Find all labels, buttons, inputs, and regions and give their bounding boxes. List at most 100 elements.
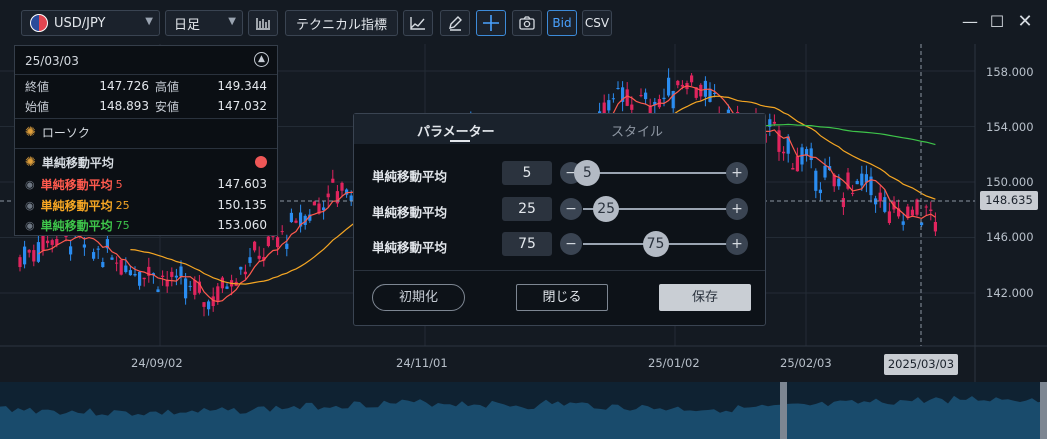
- range-navigator[interactable]: [0, 382, 1047, 439]
- sma5-period: 5: [115, 177, 123, 191]
- sma-legend-row[interactable]: ◉ 単純移動平均 25 150.135: [25, 196, 267, 214]
- timeframe-select[interactable]: 日足 ▼: [165, 10, 243, 36]
- bid-toggle[interactable]: Bid: [547, 10, 577, 36]
- increment-button[interactable]: +: [726, 233, 748, 255]
- candle-label: ローソク: [41, 125, 90, 140]
- candle-body: [708, 88, 712, 102]
- candle-body: [680, 84, 684, 87]
- candle-body: [124, 265, 128, 273]
- period-slider-thumb[interactable]: 25: [593, 196, 620, 222]
- candle-body: [96, 248, 100, 250]
- period-slider-thumb[interactable]: 75: [642, 231, 669, 257]
- current-price-tag: 148.635: [980, 191, 1038, 210]
- dialog-tabbar: パラメーター スタイル: [354, 114, 765, 144]
- candle-body: [69, 246, 73, 255]
- period-slider-track[interactable]: [583, 172, 728, 174]
- candle-body: [207, 301, 211, 310]
- candle-body: [239, 266, 243, 270]
- candle-body: [276, 237, 280, 248]
- candle-body: [625, 89, 629, 106]
- candle-body: [929, 209, 933, 211]
- draw-tool-button[interactable]: [440, 10, 470, 36]
- candle-body: [188, 285, 192, 287]
- symbol-select[interactable]: USD/JPY ▼: [21, 10, 160, 36]
- legend-candle-row[interactable]: ✺ ローソク: [25, 123, 267, 141]
- minimize-icon[interactable]: —: [960, 12, 980, 32]
- candle-body: [23, 246, 27, 265]
- legend-date-row: 25/03/03: [25, 52, 267, 70]
- candle-body: [860, 173, 864, 186]
- param-label: 単純移動平均: [372, 169, 448, 184]
- eye-icon[interactable]: ◉: [25, 219, 35, 232]
- candle-body: [814, 170, 818, 191]
- candle-body: [174, 275, 178, 278]
- candle-body: [161, 275, 165, 278]
- cursor-date-tag: 2025/03/03: [884, 354, 958, 375]
- technical-indicator-button[interactable]: テクニカル指標: [285, 10, 398, 36]
- candle-body: [920, 222, 924, 226]
- param-label: 単純移動平均: [372, 240, 448, 255]
- candle-body: [933, 221, 937, 232]
- period-input[interactable]: 25: [502, 197, 552, 221]
- eye-icon[interactable]: ◉: [25, 178, 35, 191]
- candle-body: [46, 240, 50, 244]
- increment-button[interactable]: +: [726, 162, 748, 184]
- legend-sma-header[interactable]: ✺ 単純移動平均: [25, 153, 267, 171]
- sma-legend-row[interactable]: ◉ 単純移動平均 5 147.603: [25, 175, 267, 193]
- candle-body: [243, 271, 247, 275]
- candle-body: [312, 201, 316, 206]
- candle-body: [855, 180, 859, 185]
- candle-body: [910, 209, 914, 216]
- sma25-value: 150.135: [217, 198, 267, 212]
- candle-body: [818, 189, 822, 194]
- period-input[interactable]: 75: [502, 232, 552, 256]
- candle-body: [170, 271, 174, 277]
- y-tick-label: 150.000: [986, 175, 1034, 189]
- candle-body: [823, 165, 827, 178]
- close-icon[interactable]: ✕: [1015, 12, 1035, 32]
- remove-indicator-icon[interactable]: [255, 156, 267, 168]
- low-label: 安値: [155, 99, 180, 114]
- tab-parameters[interactable]: パラメーター: [417, 121, 495, 140]
- candle-body: [667, 77, 671, 96]
- settings-gear-icon[interactable]: ✺: [25, 155, 36, 170]
- collapse-legend-icon[interactable]: ▲: [254, 52, 269, 67]
- candle-body: [266, 236, 270, 247]
- candle-body: [791, 167, 795, 170]
- candle-body: [27, 249, 31, 253]
- candle-body: [138, 271, 142, 286]
- y-tick-label: 146.000: [986, 230, 1034, 244]
- candle-body: [340, 182, 344, 191]
- chart-type-button[interactable]: [248, 10, 278, 36]
- candle-body: [915, 199, 919, 215]
- sma-legend-row[interactable]: ◉ 単純移動平均 75 153.060: [25, 216, 267, 234]
- trend-tool-button[interactable]: [403, 10, 433, 36]
- period-input[interactable]: 5: [502, 161, 552, 185]
- candle-body: [289, 212, 293, 223]
- camera-icon: [519, 16, 535, 30]
- decrement-button[interactable]: −: [560, 198, 582, 220]
- save-button[interactable]: 保存: [659, 284, 751, 311]
- period-slider-thumb[interactable]: 5: [574, 160, 601, 186]
- sma25-period: 25: [115, 198, 130, 212]
- screenshot-button[interactable]: [512, 10, 542, 36]
- reset-button[interactable]: 初期化: [372, 284, 465, 311]
- sma75-value: 153.060: [217, 218, 267, 232]
- close-button[interactable]: 閉じる: [516, 284, 608, 311]
- low-value: 147.032: [217, 99, 267, 113]
- candle-body: [179, 266, 183, 277]
- sma-group-label: 単純移動平均: [41, 155, 114, 170]
- eye-icon[interactable]: ◉: [25, 199, 35, 212]
- settings-gear-icon[interactable]: ✺: [25, 125, 36, 140]
- candle-body: [782, 151, 786, 154]
- maximize-icon[interactable]: ☐: [987, 12, 1007, 32]
- tab-style[interactable]: スタイル: [611, 121, 663, 140]
- sma5-label: 単純移動平均: [40, 177, 113, 192]
- x-tick-label: 25/02/03: [780, 356, 832, 370]
- candle-body: [128, 270, 132, 276]
- decrement-button[interactable]: −: [560, 233, 582, 255]
- us-jp-flag-icon: [30, 14, 48, 32]
- increment-button[interactable]: +: [726, 198, 748, 220]
- crosshair-button[interactable]: [476, 10, 506, 36]
- csv-button[interactable]: CSV: [582, 10, 612, 36]
